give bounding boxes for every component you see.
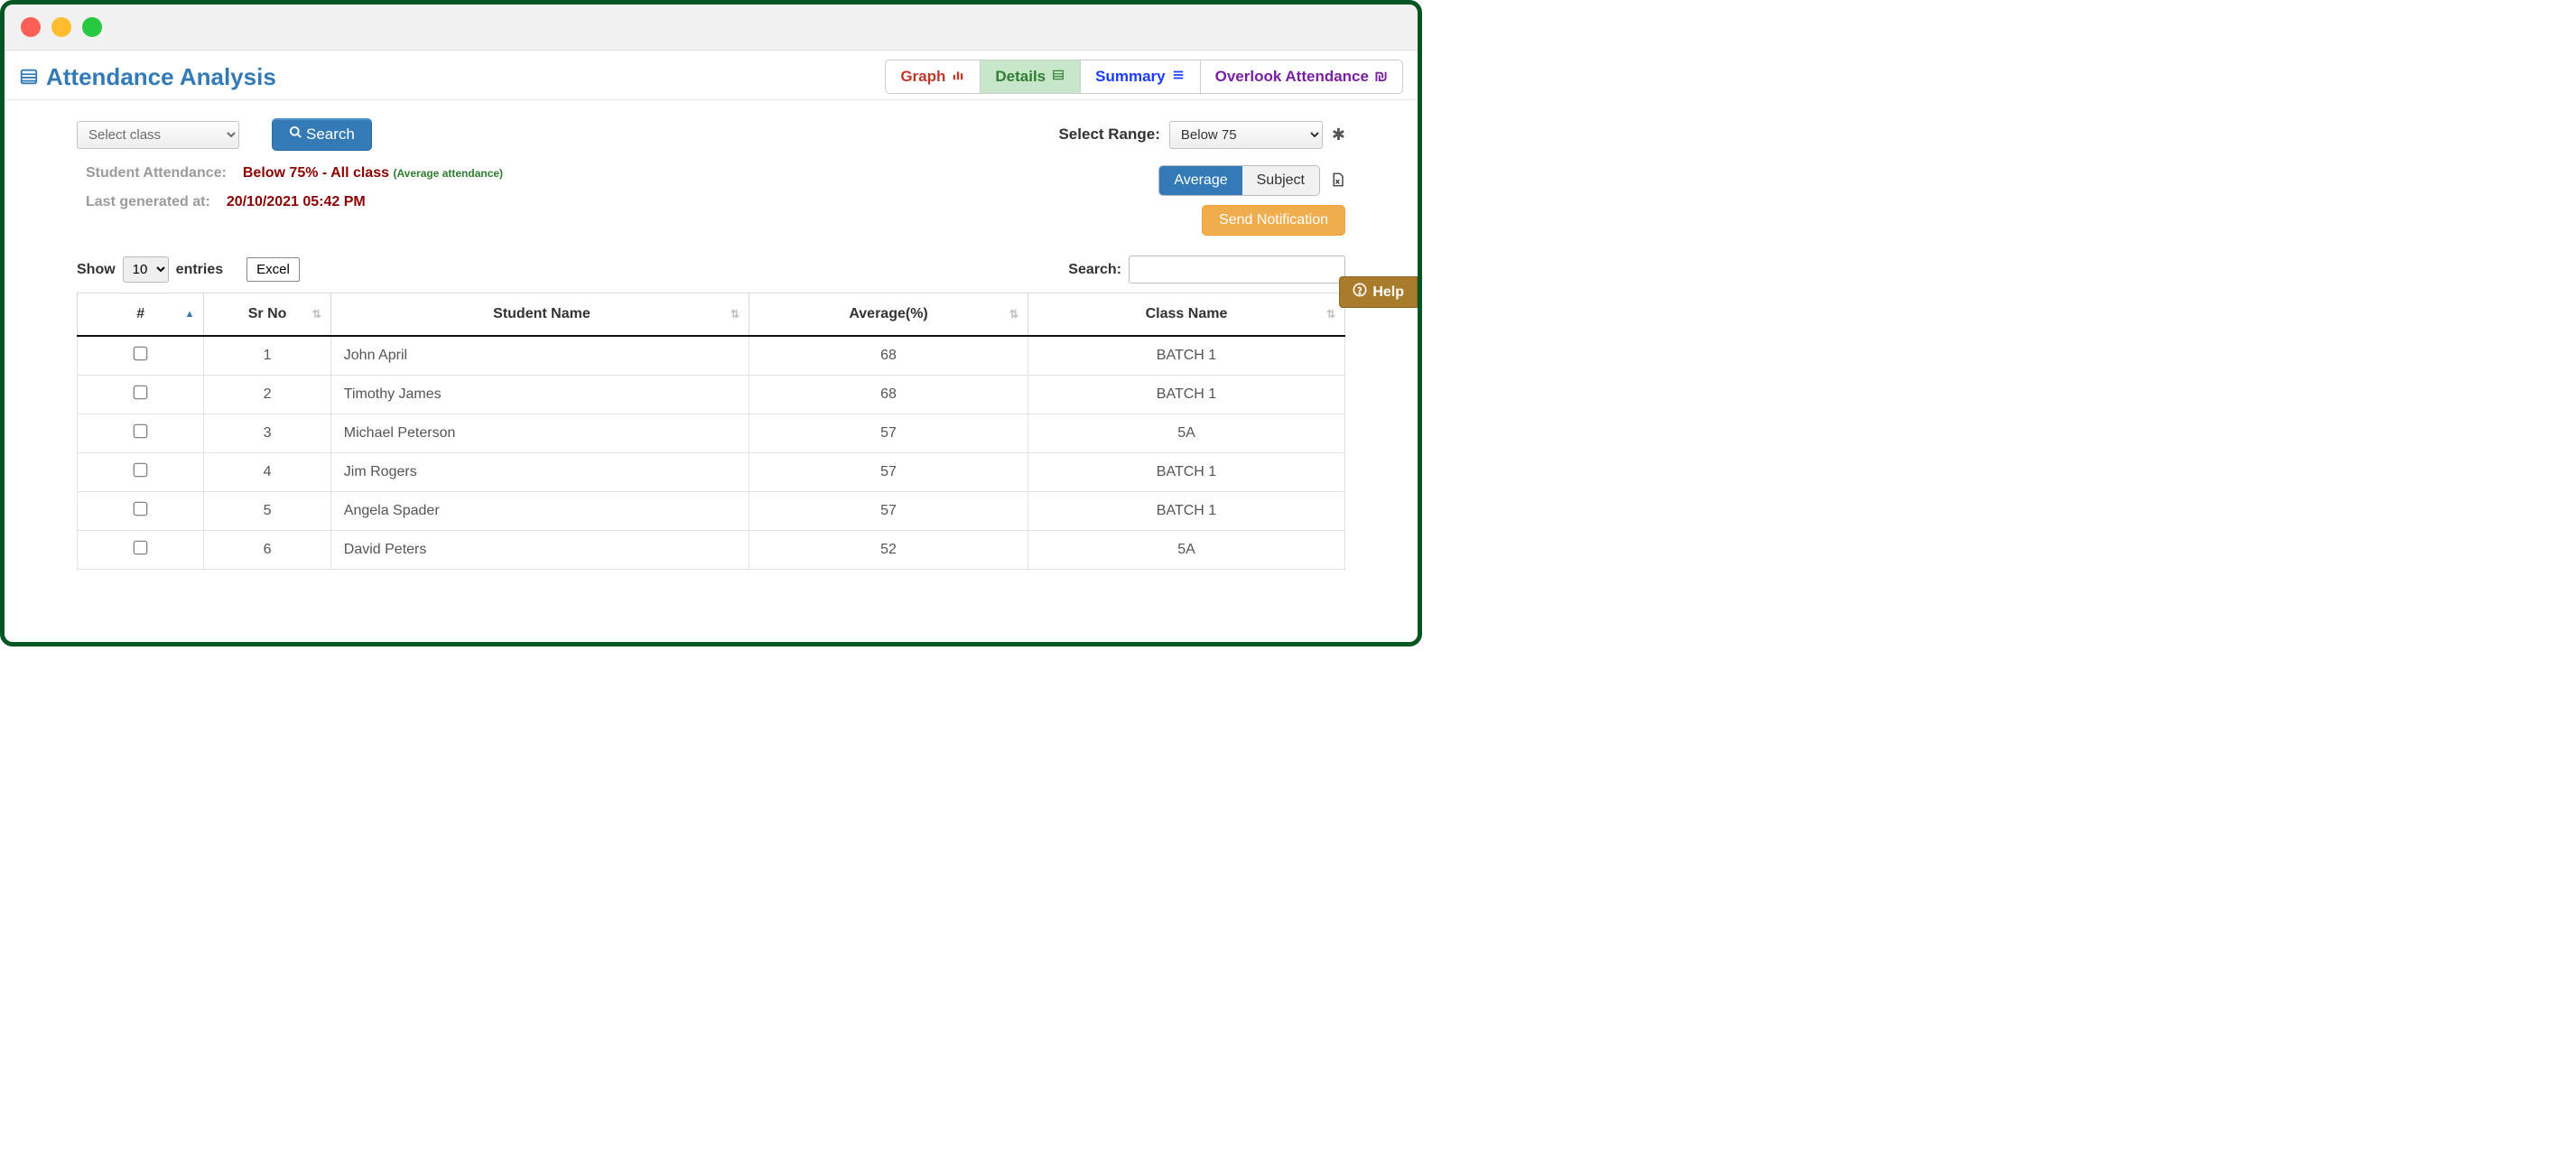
col-header-sr[interactable]: Sr No	[204, 293, 330, 337]
table-row: 3Michael Peterson575A	[78, 414, 1345, 453]
avg-subject-toggle: Average Subject	[1158, 165, 1320, 196]
cell-sr: 6	[204, 531, 330, 570]
col-header-class[interactable]: Class Name	[1028, 293, 1344, 337]
cell-sr: 1	[204, 336, 330, 376]
table-search-label: Search:	[1068, 262, 1121, 278]
settings-button[interactable]: ✱	[1332, 126, 1345, 144]
cell-class: BATCH 1	[1028, 453, 1344, 492]
excel-icon	[1329, 178, 1345, 191]
table-row: 2Timothy James68BATCH 1	[78, 376, 1345, 414]
cell-name: David Peters	[330, 531, 749, 570]
generated-value: 20/10/2021 05:42 PM	[227, 194, 366, 210]
table-row: 1John April68BATCH 1	[78, 336, 1345, 376]
search-button[interactable]: Search	[272, 118, 372, 151]
window-minimize-icon[interactable]	[51, 17, 71, 37]
tab-graph-label: Graph	[900, 68, 945, 86]
cell-class: BATCH 1	[1028, 336, 1344, 376]
attendance-value: Below 75% - All class	[243, 165, 389, 181]
bar-chart-icon	[951, 68, 965, 86]
export-excel-button[interactable]	[1329, 171, 1345, 191]
col-header-name[interactable]: Student Name	[330, 293, 749, 337]
cell-sr: 5	[204, 492, 330, 531]
select-range-dropdown[interactable]: Below 75	[1169, 121, 1323, 149]
search-button-label: Search	[306, 126, 355, 144]
tab-details[interactable]: Details	[980, 60, 1080, 93]
cell-avg: 52	[749, 531, 1028, 570]
table-row: 5Angela Spader57BATCH 1	[78, 492, 1345, 531]
tab-details-label: Details	[995, 68, 1046, 86]
cell-sr: 4	[204, 453, 330, 492]
cell-class: 5A	[1028, 414, 1344, 453]
row-checkbox[interactable]	[134, 502, 148, 516]
tab-summary-label: Summary	[1095, 68, 1165, 86]
shekel-icon: ₪	[1374, 68, 1388, 86]
excel-button[interactable]: Excel	[246, 257, 300, 282]
row-checkbox[interactable]	[134, 463, 148, 478]
entries-select[interactable]: 10	[123, 256, 169, 283]
table-row: 6David Peters525A	[78, 531, 1345, 570]
row-checkbox[interactable]	[134, 424, 148, 439]
cell-class: BATCH 1	[1028, 376, 1344, 414]
attendance-subnote: (Average attendance)	[393, 167, 503, 180]
tab-overlook[interactable]: Overlook Attendance ₪	[1200, 60, 1402, 93]
row-checkbox[interactable]	[134, 347, 148, 361]
table-search-input[interactable]	[1129, 256, 1345, 284]
table-icon	[1051, 68, 1065, 86]
list-icon	[19, 67, 39, 87]
row-checkbox[interactable]	[134, 386, 148, 400]
search-icon	[289, 126, 302, 144]
cell-avg: 57	[749, 492, 1028, 531]
col-header-avg[interactable]: Average(%)	[749, 293, 1028, 337]
show-label: Show	[77, 262, 116, 278]
cell-avg: 68	[749, 376, 1028, 414]
cell-name: Timothy James	[330, 376, 749, 414]
page-title-text: Attendance Analysis	[46, 63, 276, 91]
cell-avg: 68	[749, 336, 1028, 376]
attendance-label: Student Attendance:	[86, 165, 227, 181]
cell-avg: 57	[749, 414, 1028, 453]
col-header-hash[interactable]: #	[78, 293, 204, 337]
page-title: Attendance Analysis	[19, 63, 276, 91]
cell-name: Michael Peterson	[330, 414, 749, 453]
cell-avg: 57	[749, 453, 1028, 492]
cell-class: BATCH 1	[1028, 492, 1344, 531]
gear-icon: ✱	[1332, 126, 1345, 144]
tab-graph[interactable]: Graph	[886, 60, 980, 93]
cell-sr: 2	[204, 376, 330, 414]
cell-class: 5A	[1028, 531, 1344, 570]
cell-sr: 3	[204, 414, 330, 453]
tab-overlook-label: Overlook Attendance	[1215, 68, 1369, 86]
entries-label: entries	[176, 262, 223, 278]
tab-summary[interactable]: Summary	[1080, 60, 1199, 93]
select-class-dropdown[interactable]: Select class	[77, 121, 239, 149]
help-icon	[1353, 283, 1367, 302]
window-zoom-icon[interactable]	[82, 17, 102, 37]
send-notification-button[interactable]: Send Notification	[1202, 205, 1345, 236]
cell-name: Angela Spader	[330, 492, 749, 531]
menu-icon	[1171, 68, 1186, 86]
help-button[interactable]: Help	[1339, 276, 1418, 308]
cell-name: Jim Rogers	[330, 453, 749, 492]
view-tabs: Graph Details Summary	[885, 60, 1403, 94]
window-close-icon[interactable]	[21, 17, 41, 37]
attendance-table: # Sr No Student Name Average(%) Class Na…	[77, 293, 1345, 570]
help-label: Help	[1372, 284, 1404, 301]
range-label: Select Range:	[1058, 126, 1159, 144]
row-checkbox[interactable]	[134, 541, 148, 555]
generated-label: Last generated at:	[86, 194, 210, 210]
toggle-average[interactable]: Average	[1159, 166, 1242, 195]
cell-name: John April	[330, 336, 749, 376]
toggle-subject[interactable]: Subject	[1242, 166, 1319, 195]
window-titlebar	[5, 5, 1418, 51]
table-row: 4Jim Rogers57BATCH 1	[78, 453, 1345, 492]
